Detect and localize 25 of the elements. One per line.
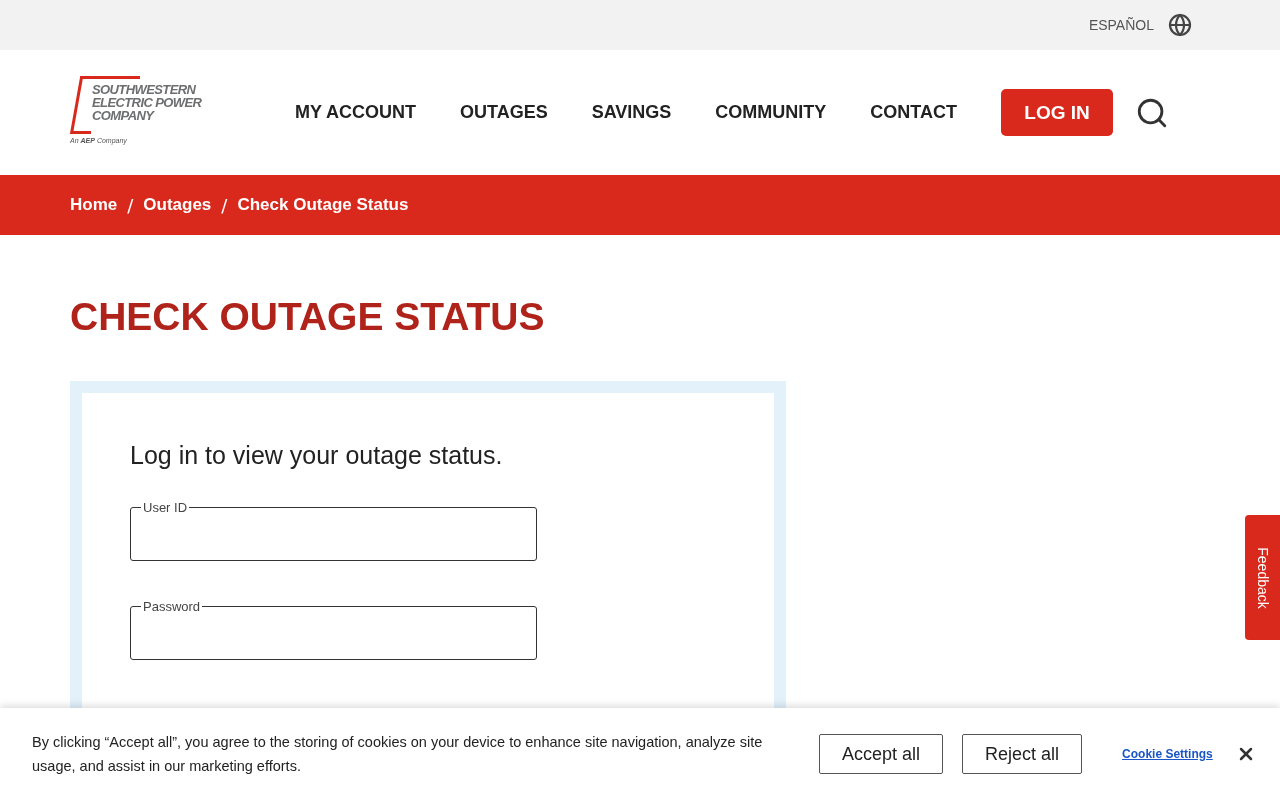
nav-link[interactable]: COMMUNITY — [715, 102, 827, 123]
breadcrumb-separator: / — [127, 194, 134, 216]
cookie-message: By clicking “Accept all”, you agree to the storing of cookies on your device to enhance site navigation, analyze site usage, and assist in our marketing efforts. — [32, 733, 764, 776]
nav-link[interactable]: CONTACT — [870, 102, 957, 123]
reject-button[interactable]: Reject all — [962, 734, 1083, 774]
card-heading: Log in to view your outage status. — [130, 441, 504, 470]
nav-link[interactable]: OUTAGES — [460, 102, 548, 123]
page-title: CHECK OUTAGE STATUS — [70, 295, 546, 339]
nav-link[interactable]: SAVINGS — [591, 102, 672, 123]
breadcrumb-separator: / — [221, 194, 228, 216]
logo-top-stripe — [80, 75, 140, 79]
logo-side-stripe — [70, 75, 91, 134]
language-link[interactable]: ESPAÑOL — [1088, 17, 1154, 33]
breadcrumb-link[interactable]: Check Outage Status — [237, 195, 409, 215]
login-button[interactable]: LOG IN — [1001, 89, 1113, 136]
accept-button[interactable]: Accept all — [819, 734, 944, 774]
globe-icon[interactable] — [1168, 13, 1192, 37]
feedback-tab[interactable]: Feedback — [1245, 515, 1280, 640]
input-field[interactable]: User ID — [130, 500, 537, 561]
cookie-settings-link[interactable]: Cookie Settings — [1122, 747, 1213, 761]
breadcrumb-link[interactable]: Home — [70, 195, 118, 215]
logo-wordmark: SOUTHWESTERN ELECTRIC POWER COMPANY — [92, 82, 202, 122]
nav-link[interactable]: MY ACCOUNT — [295, 102, 416, 123]
breadcrumb-link[interactable]: Outages — [143, 195, 212, 215]
input-field[interactable]: Password — [130, 599, 537, 660]
